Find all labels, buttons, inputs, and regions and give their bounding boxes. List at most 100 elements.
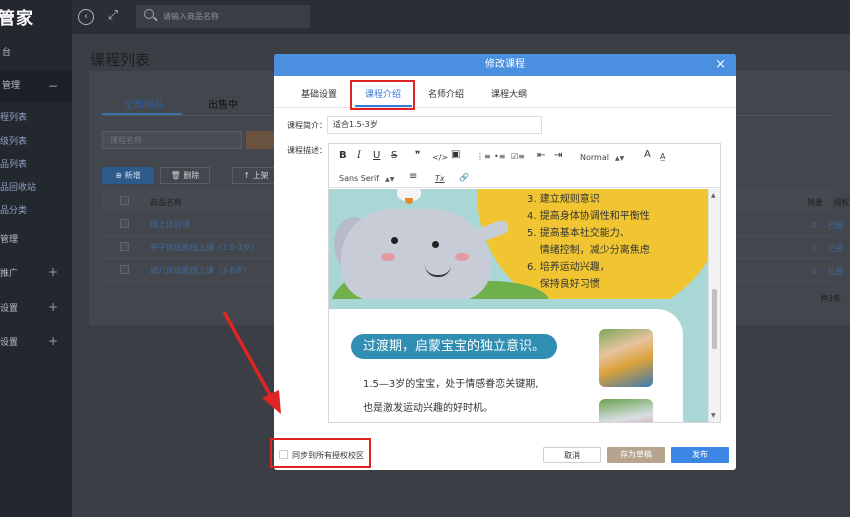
heading-select[interactable]: Normal ▲▼ xyxy=(580,152,624,165)
close-icon[interactable]: × xyxy=(715,54,726,76)
strike-button[interactable]: S xyxy=(391,150,397,162)
expand-icon[interactable]: + xyxy=(48,265,58,279)
sidebar-item-manage[interactable]: 管理 xyxy=(0,232,72,245)
rich-text-editor[interactable]: B I U S ❞ </> ▣ ⋮≡ •≡ ☑≡ ⇤ ⇥ Normal ▲▼ A … xyxy=(328,143,721,423)
sidebar: 管家 台 管理 − 程列表 级列表 品列表 品回收站 品分类 管理 推广 + 设… xyxy=(0,0,72,517)
row-auth[interactable]: 已授 xyxy=(828,244,844,253)
align-button[interactable]: ≡ xyxy=(409,171,417,183)
sidebar-item-label: 设置 xyxy=(0,338,19,348)
sidebar-item-class-list[interactable]: 级列表 xyxy=(0,134,72,147)
list-up-button[interactable]: ↑ 上架 xyxy=(232,167,280,184)
edit-course-dialog: 修改课程 × 基础设置 课程介绍 名师介绍 课程大纲 课程简介： 适合1.5-3… xyxy=(274,54,736,470)
kids-photo xyxy=(599,329,653,387)
expand-icon[interactable]: + xyxy=(48,300,58,314)
collapse-icon[interactable]: − xyxy=(48,70,58,102)
row-checkbox[interactable] xyxy=(120,219,129,228)
row-name[interactable]: 幼儿体适能线上课（3-6岁） xyxy=(150,265,251,276)
dialog-header: 修改课程 × xyxy=(274,54,736,76)
select-all-checkbox[interactable] xyxy=(120,196,129,205)
blockquote-button[interactable]: ❞ xyxy=(415,150,420,162)
paragraph: 也是激发运动兴趣的好时机。 xyxy=(363,403,493,414)
bullet-list-button[interactable]: •≡ xyxy=(494,151,505,163)
sidebar-item-course-list[interactable]: 程列表 xyxy=(0,110,72,123)
sidebar-group-goods[interactable]: 管理 − xyxy=(0,70,72,102)
sidebar-item-label: 设置 xyxy=(0,304,19,314)
brief-input[interactable]: 适合1.5-3岁 xyxy=(327,116,542,134)
sidebar-item-dashboard[interactable]: 台 xyxy=(2,45,72,58)
publish-button[interactable]: 发布 xyxy=(671,447,729,463)
scrollbar-thumb[interactable] xyxy=(712,289,717,349)
editor-toolbar: B I U S ❞ </> ▣ ⋮≡ •≡ ☑≡ ⇤ ⇥ Normal ▲▼ A … xyxy=(329,144,720,188)
cancel-button[interactable]: 取消 xyxy=(543,447,601,463)
check-list-button[interactable]: ☑≡ xyxy=(511,151,525,163)
image-icon[interactable]: ▣ xyxy=(451,149,460,161)
tab-basic-settings[interactable]: 基础设置 xyxy=(301,87,337,100)
tabs-divider xyxy=(274,107,736,108)
scroll-up-icon[interactable]: ▲ xyxy=(711,192,716,199)
highlight-box xyxy=(270,438,371,468)
clear-format-button[interactable]: Tx xyxy=(435,173,445,185)
font-color-button[interactable]: A xyxy=(644,149,651,161)
illustration-goal-list: 3. 建立规则意识 4. 提高身体协调性和平衡性 5. 提高基本社交能力、 情绪… xyxy=(527,191,650,293)
content-card: 过渡期，启蒙宝宝的独立意识。 1.5—3岁的宝宝，处于情感眷恋关键期, 也是激发… xyxy=(329,309,683,422)
row-name[interactable]: 亲子体适能线上课（1.5-3岁） xyxy=(150,242,259,253)
row-auth[interactable]: 已授 xyxy=(828,267,844,276)
italic-button[interactable]: I xyxy=(357,150,361,162)
chevron-updown-icon: ▲▼ xyxy=(385,176,395,183)
sidebar-item-label: 推广 xyxy=(0,269,19,279)
add-button[interactable]: ⊕ 新增 xyxy=(102,167,154,184)
bold-button[interactable]: B xyxy=(339,150,347,162)
code-block-button[interactable]: </> xyxy=(432,152,448,164)
column-name: 商品名称 xyxy=(150,198,182,207)
background-color-button[interactable]: A̲ xyxy=(660,151,665,163)
goal-item: 情绪控制，减少分离焦虑 xyxy=(527,245,650,256)
row-checkbox[interactable] xyxy=(120,265,129,274)
font-select[interactable]: Sans Serif ▲▼ xyxy=(339,173,394,186)
brand-logo: 管家 xyxy=(0,9,34,29)
outdent-button[interactable]: ⇤ xyxy=(537,150,545,162)
brief-label: 课程简介： xyxy=(287,121,327,130)
search-input[interactable]: 请输入商品名称 xyxy=(136,5,310,28)
sidebar-item-recycle[interactable]: 品回收站 xyxy=(0,180,72,193)
dialog-title: 修改课程 xyxy=(485,59,525,70)
tab-all-goods[interactable]: 全部商品 xyxy=(124,96,164,111)
headline-pill: 过渡期，启蒙宝宝的独立意识。 xyxy=(351,334,558,359)
expand-icon[interactable]: + xyxy=(48,334,58,348)
goal-item: 6. 培养运动兴趣， xyxy=(527,262,610,273)
editor-content[interactable]: 3. 建立规则意识 4. 提高身体协调性和平衡性 5. 提高基本社交能力、 情绪… xyxy=(329,189,708,422)
tab-course-outline[interactable]: 课程大纲 xyxy=(491,87,527,100)
sidebar-item-category[interactable]: 品分类 xyxy=(0,203,72,216)
paragraph: 1.5—3岁的宝宝，处于情感眷恋关键期, xyxy=(363,379,539,390)
delete-button[interactable]: 🗑 删除 xyxy=(160,167,210,184)
row-extra: 0 已授 xyxy=(807,266,844,277)
row-name[interactable]: 线上体验课 xyxy=(150,219,190,230)
underline-button[interactable]: U xyxy=(373,150,380,162)
row-auth[interactable]: 已授 xyxy=(828,221,844,230)
sidebar-item-settings-2[interactable]: 设置 + xyxy=(0,334,72,348)
goal-item: 4. 提高身体协调性和平衡性 xyxy=(527,211,650,222)
scroll-down-icon[interactable]: ▼ xyxy=(711,412,716,419)
column-extra-headers: 销量 授权 xyxy=(807,197,850,208)
sidebar-item-promo[interactable]: 推广 + xyxy=(0,265,72,279)
sidebar-item-goods-list[interactable]: 品列表 xyxy=(0,157,72,170)
course-name-filter[interactable]: 课程名称 xyxy=(102,131,242,149)
tab-teacher-intro[interactable]: 名师介绍 xyxy=(428,87,464,100)
sidebar-group-label: 管理 xyxy=(2,81,21,91)
description-label: 课程描述： xyxy=(287,146,327,155)
back-icon[interactable]: ‹ xyxy=(78,9,94,25)
goal-item: 3. 建立规则意识 xyxy=(527,194,600,205)
font-select-value: Sans Serif xyxy=(339,174,380,183)
fullscreen-icon[interactable]: ⤢ xyxy=(105,9,121,25)
ordered-list-button[interactable]: ⋮≡ xyxy=(476,151,491,163)
sidebar-item-settings[interactable]: 设置 + xyxy=(0,300,72,314)
save-draft-button[interactable]: 存为草稿 xyxy=(607,447,665,463)
row-extra: 0 已授 xyxy=(807,243,844,254)
indent-button[interactable]: ⇥ xyxy=(554,150,562,162)
highlight-box xyxy=(350,80,415,110)
filter-search-button[interactable] xyxy=(246,131,276,149)
link-icon[interactable]: 🔗 xyxy=(459,172,469,184)
row-checkbox[interactable] xyxy=(120,242,129,251)
search-icon xyxy=(144,9,154,19)
tab-on-sale[interactable]: 出售中 xyxy=(208,96,238,111)
editor-scrollbar[interactable]: ▲ ▼ xyxy=(708,189,720,422)
